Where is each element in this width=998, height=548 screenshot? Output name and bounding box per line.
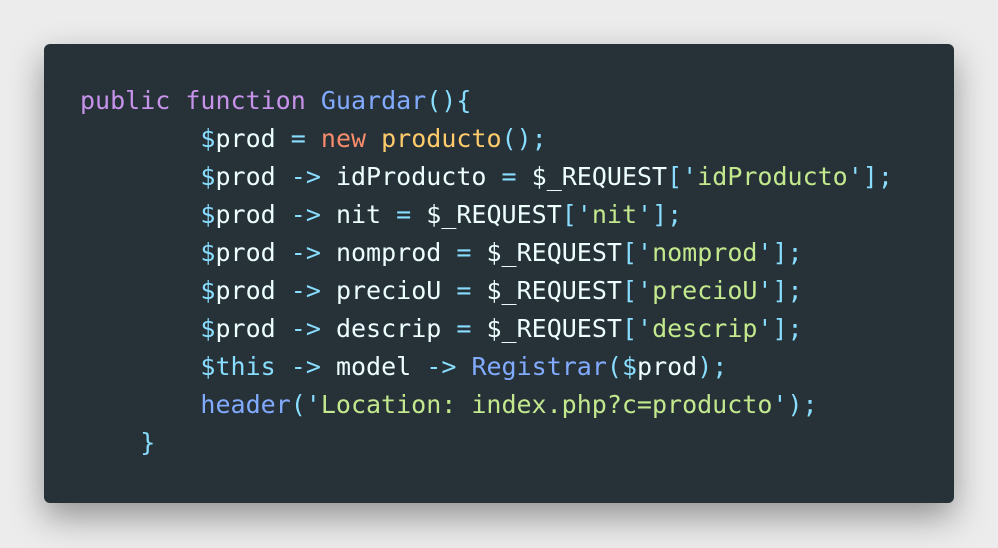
code-line-3: $prod -> idProducto = $_REQUEST['idProdu… xyxy=(200,162,893,191)
code-line-7: $prod -> descrip = $_REQUEST['descrip']; xyxy=(200,314,803,343)
keyword-function: function xyxy=(185,86,306,115)
code-line-10: } xyxy=(80,424,893,462)
code-line-6: $prod -> precioU = $_REQUEST['precioU']; xyxy=(200,276,803,305)
code-line-8: $this -> model -> Registrar($prod); xyxy=(200,352,728,381)
code-line-9: header('Location: index.php?c=producto')… xyxy=(200,390,818,419)
keyword-new: new xyxy=(320,124,367,153)
code-window: public function Guardar(){ $prod = new p… xyxy=(44,44,954,503)
class-name: producto xyxy=(381,124,502,153)
header-argument: Location: index.php?c=producto xyxy=(320,390,773,419)
keyword-public: public xyxy=(80,86,171,115)
code-line-1: public function Guardar(){ xyxy=(80,86,472,115)
code-line-5: $prod -> nomprod = $_REQUEST['nomprod']; xyxy=(200,238,803,267)
code-block: public function Guardar(){ $prod = new p… xyxy=(80,82,893,462)
function-name: Guardar xyxy=(320,86,427,115)
method-name: Registrar xyxy=(471,352,607,381)
code-line-4: $prod -> nit = $_REQUEST['nit']; xyxy=(200,200,683,229)
header-function: header xyxy=(200,390,291,419)
closing-brace: } xyxy=(140,428,156,457)
code-line-2: $prod = new producto(); xyxy=(200,124,547,153)
